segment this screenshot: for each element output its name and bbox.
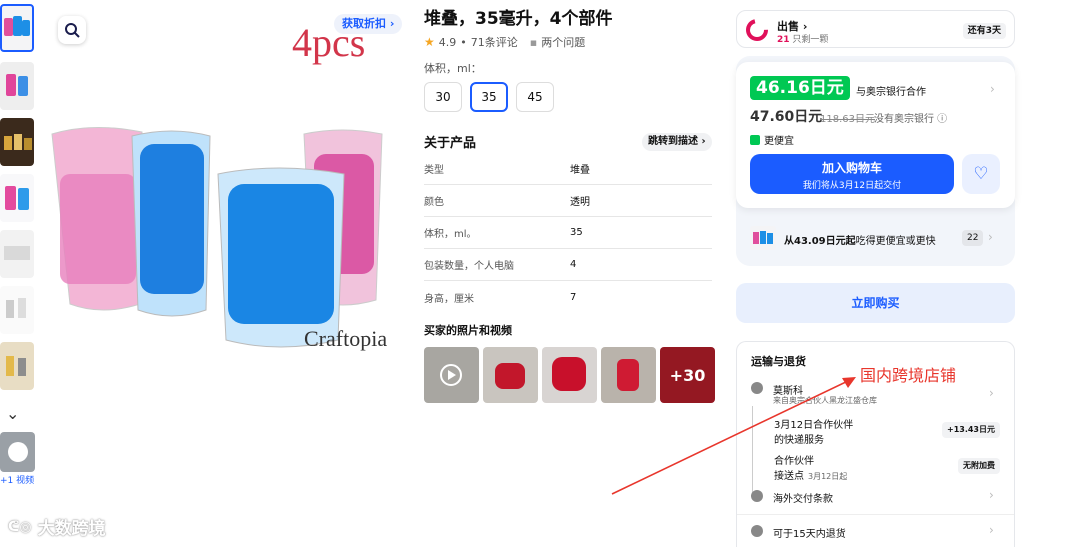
video-count-label: +1 视频 bbox=[0, 476, 35, 486]
favorite-button[interactable]: ♡ bbox=[962, 154, 1000, 194]
seller-logo-icon bbox=[746, 19, 768, 41]
video-thumbnail[interactable] bbox=[0, 432, 35, 472]
chevron-right-icon[interactable]: › bbox=[990, 82, 995, 96]
info-icon bbox=[751, 490, 763, 502]
cheaper-offer-row[interactable]: 从43.09日元起吃得更便宜或更快 22 › bbox=[750, 224, 1000, 252]
courier-option[interactable]: 3月12日合作伙伴 的快递服务 bbox=[752, 406, 853, 496]
play-icon bbox=[8, 442, 28, 462]
reviews-link[interactable]: 71条评论 bbox=[471, 34, 518, 50]
thumbnail[interactable] bbox=[0, 230, 34, 278]
annotation-text: 国内跨境店铺 bbox=[860, 366, 957, 385]
volume-option-selected[interactable]: 35 bbox=[470, 82, 508, 112]
questions-link[interactable]: 两个问题 bbox=[541, 34, 585, 50]
bank-partner: 与奥宗银行合作 bbox=[856, 87, 926, 98]
chevron-down-icon[interactable]: ⌄ bbox=[6, 404, 19, 423]
chat-icon: ▪ bbox=[529, 35, 538, 49]
chevron-right-icon: › bbox=[989, 386, 994, 400]
no-bank-label: 没有奥宗银行 ⓘ bbox=[874, 114, 948, 125]
volume-option[interactable]: 30 bbox=[424, 82, 462, 112]
spec-row: 包装数量，个人电脑 4 bbox=[424, 249, 712, 281]
spec-row: 体积，ml。 35 bbox=[424, 217, 712, 249]
watermark: ᕦ◎ 大数跨境 bbox=[8, 518, 106, 540]
spec-row: 身高，厘米 7 bbox=[424, 291, 577, 305]
product-title: 堆叠，35毫升，4个部件 bbox=[424, 9, 613, 29]
offer-count: 22 bbox=[962, 230, 984, 246]
chevron-right-icon: › bbox=[989, 523, 994, 537]
days-left-badge: 还有3天 bbox=[962, 23, 1006, 39]
volume-option[interactable]: 45 bbox=[516, 82, 554, 112]
rating-row: ★ 4.9 • 71条评论 ▪ 两个问题 bbox=[424, 34, 586, 50]
jump-to-description-button[interactable]: 跳转到描述 › bbox=[642, 133, 712, 151]
watermark-logo-icon: ᕦ◎ bbox=[8, 518, 32, 535]
about-title: 关于产品 bbox=[424, 136, 477, 151]
heart-icon: ♡ bbox=[973, 164, 989, 184]
photos-title: 买家的照片和视频 bbox=[424, 324, 512, 337]
image-search-button[interactable] bbox=[58, 16, 86, 44]
shipping-title: 运输与退货 bbox=[751, 355, 806, 368]
old-price: 118.63日元 bbox=[820, 114, 875, 125]
no-fee-badge: 无附加费 bbox=[958, 458, 1000, 474]
spec-table: 类型 堆叠 颜色 透明 体积，ml。 35 包装数量，个人电脑 4 身高，厘米 7 bbox=[424, 153, 712, 313]
seller-card[interactable]: 出售 › 21 只剩一颗 还有3天 bbox=[736, 10, 1015, 48]
thumbnail[interactable] bbox=[0, 62, 34, 110]
buyer-photo[interactable] bbox=[542, 347, 597, 403]
buyer-video[interactable] bbox=[424, 347, 479, 403]
thumbnail[interactable] bbox=[0, 286, 34, 334]
star-icon: ★ bbox=[424, 35, 435, 49]
volume-options: 30 35 45 bbox=[424, 82, 554, 112]
thumbnail[interactable] bbox=[0, 4, 34, 52]
add-to-cart-button[interactable]: 加入购物车 我们将从3月12日起交付 bbox=[750, 154, 954, 194]
product-page: ⌄ +1 视频 4pcs Craftopia 获取折扣 › 堆叠，35毫升，4个… bbox=[0, 0, 1080, 547]
cheaper-label[interactable]: 更便宜 bbox=[750, 132, 794, 147]
chevron-right-icon: › bbox=[988, 230, 993, 244]
pickup-point-option[interactable]: 合作伙伴 接送点 3月12日起 bbox=[774, 452, 847, 482]
return-icon bbox=[751, 525, 763, 537]
rating-value: 4.9 bbox=[438, 35, 457, 49]
arrow-down-icon bbox=[750, 134, 760, 145]
chevron-right-icon: › bbox=[989, 488, 994, 502]
spec-row: 颜色 透明 bbox=[424, 185, 712, 217]
image-text-brand: Craftopia bbox=[304, 326, 387, 351]
thumbnail-strip: ⌄ +1 视频 bbox=[0, 0, 36, 547]
volume-label: 体积，ml： bbox=[424, 62, 482, 75]
main-product-image[interactable]: 4pcs Craftopia bbox=[42, 4, 408, 370]
buyer-photo[interactable] bbox=[601, 347, 656, 403]
thumbnail[interactable] bbox=[0, 174, 34, 222]
thumbnail[interactable] bbox=[0, 342, 34, 390]
location-icon bbox=[751, 382, 763, 394]
discount-button[interactable]: 获取折扣 › bbox=[334, 14, 403, 34]
search-icon bbox=[65, 23, 80, 38]
spec-row: 类型 堆叠 bbox=[424, 153, 712, 185]
thumbnail[interactable] bbox=[0, 118, 34, 166]
courier-price: +13.43日元 bbox=[941, 422, 1000, 438]
buy-now-button[interactable]: 立即购买 bbox=[736, 283, 1015, 323]
buyer-photos-more[interactable]: +30 bbox=[660, 347, 715, 403]
price-card: 46.16日元 与奥宗银行合作 › 47.60日元 118.63日元 没有奥宗银… bbox=[736, 62, 1015, 208]
offer-thumbnail bbox=[750, 226, 776, 250]
regular-price: 47.60日元 bbox=[750, 109, 823, 125]
buyer-photos: +30 bbox=[424, 347, 715, 403]
buyer-photo[interactable] bbox=[483, 347, 538, 403]
bank-price[interactable]: 46.16日元 bbox=[750, 76, 850, 100]
